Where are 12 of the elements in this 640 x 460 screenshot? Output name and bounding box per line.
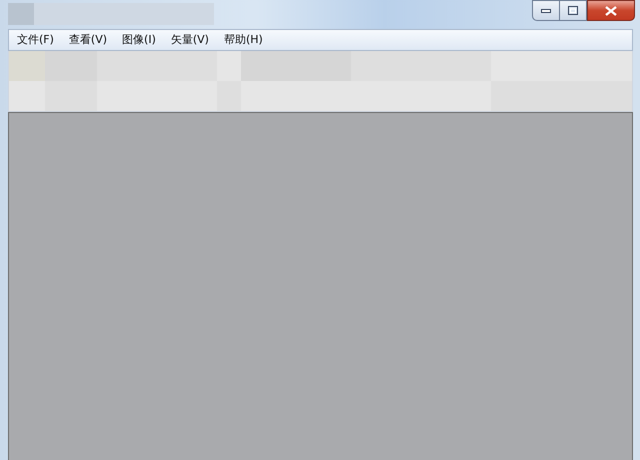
minimize-button[interactable] [532,0,559,21]
maximize-button[interactable] [559,0,587,21]
close-icon [605,6,617,16]
maximize-icon [568,6,578,15]
minimize-icon [541,8,551,12]
close-button[interactable] [587,0,635,21]
menu-item[interactable]: 查看(V) [62,31,114,49]
menu-item[interactable]: 文件(F) [11,31,60,49]
menu-item[interactable]: 图像(I) [116,31,162,49]
blurred-app-icon [8,3,34,25]
menu-item[interactable]: 帮助(H) [218,31,269,49]
menu-item[interactable]: 矢量(V) [164,31,215,49]
